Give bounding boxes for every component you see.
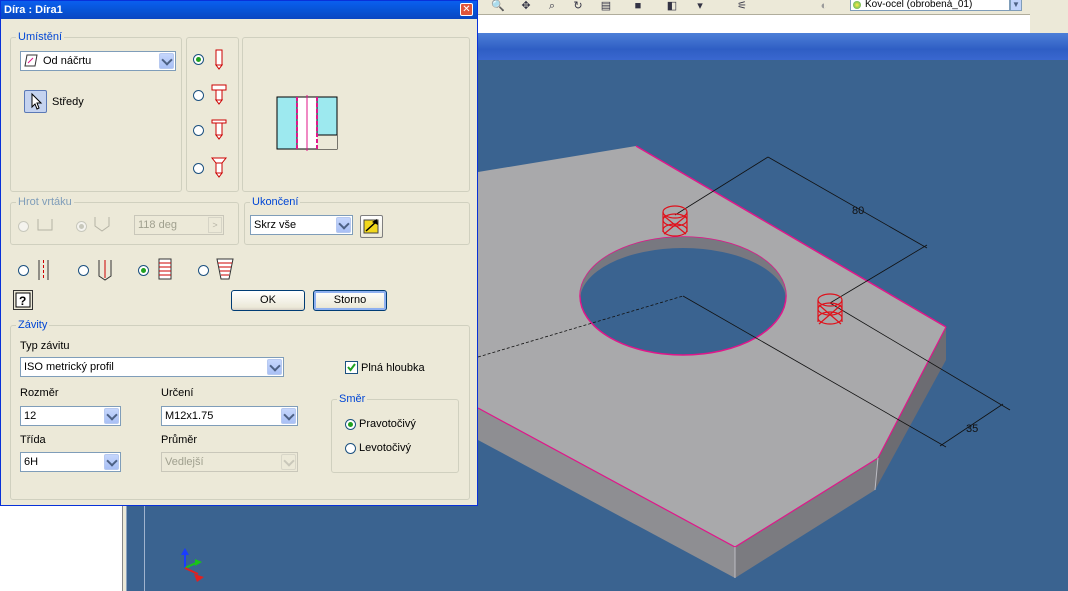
hole-clearance-radio[interactable] [78,265,89,276]
chevron-down-icon[interactable] [159,53,174,69]
direction-group: Směr [331,393,459,473]
clearance-hole-icon [98,260,112,281]
chevron-down-icon[interactable] [336,217,351,233]
drill-point-group-label: Hrot vrtáku [16,196,74,208]
diameter-value: Vedlejší [165,456,204,468]
coordinate-axes-icon [181,548,204,582]
full-depth-checkbox[interactable] [345,361,358,374]
hole-taper-tapped-radio[interactable] [198,265,209,276]
left-hand-label: Levotočivý [359,442,411,454]
flip-arrow-icon [363,219,379,234]
hole-type-countersink-radio[interactable] [193,163,204,174]
chevron-down-icon[interactable] [104,454,119,470]
designation-value: M12x1.75 [165,410,214,422]
chevron-down-icon[interactable] [104,408,119,424]
hole-type-drilled-radio[interactable] [193,54,204,65]
chevron-down-icon[interactable] [267,359,282,375]
designation-select[interactable]: M12x1.75 [161,406,298,426]
drill-point-flat-radio[interactable] [18,221,29,232]
hole-type-counterbore-radio[interactable] [193,90,204,101]
class-select[interactable]: 6H [20,452,121,472]
hole-simple-radio[interactable] [18,265,29,276]
threads-group-label: Závity [16,319,50,331]
thread-type-value: ISO metrický profil [24,361,114,373]
direction-group-label: Směr [337,393,368,405]
placement-group-label: Umístění [16,31,65,43]
placement-type-select[interactable]: Od náčrtu [20,51,176,71]
counterbore-hole-icon [211,84,227,105]
drill-angle-field[interactable]: 118 deg > [134,215,224,235]
drill-point-angle-radio[interactable] [76,221,87,232]
hole-dialog: Díra : Díra1 ✕ Umístění Od náčrtu Středy [0,0,478,506]
checkmark-icon [347,363,356,372]
termination-select[interactable]: Skrz vše [250,215,353,235]
help-button[interactable]: ? [13,290,33,310]
svg-text:?: ? [19,294,26,308]
left-hand-radio[interactable] [345,443,356,454]
tapped-hole-icon [158,258,172,280]
hole-tapped-radio[interactable] [138,265,149,276]
diameter-label: Průměr [161,434,198,446]
flat-point-icon [37,219,53,231]
sketch-plane-icon [24,54,38,67]
countersink-hole-icon [210,157,228,178]
chevron-right-icon[interactable]: > [208,217,222,233]
flip-direction-button[interactable] [360,215,383,238]
right-hand-radio[interactable] [345,419,356,430]
dimension-80: 80 [852,205,864,217]
close-icon[interactable]: ✕ [460,3,473,16]
ok-button[interactable]: OK [231,290,305,311]
angle-point-icon [94,217,110,232]
size-label: Rozměr [20,387,59,399]
dialog-titlebar[interactable]: Díra : Díra1 [1,1,477,19]
hole-preview-image [276,95,338,151]
cursor-arrow-icon [31,92,43,110]
centers-label: Středy [52,96,84,108]
chevron-down-icon[interactable] [281,454,296,470]
spotface-hole-icon [211,119,227,140]
drilled-hole-icon [215,49,223,70]
chevron-down-icon[interactable] [281,408,296,424]
hole-type-spotface-radio[interactable] [193,125,204,136]
taper-tapped-hole-icon [216,258,234,280]
centers-button[interactable] [24,90,47,113]
thread-type-label: Typ závitu [20,340,70,352]
full-depth-label: Plná hloubka [361,362,425,374]
dimension-35: 35 [966,423,978,435]
size-select[interactable]: 12 [20,406,121,426]
right-hand-label: Pravotočivý [359,418,416,430]
simple-hole-icon [38,260,49,280]
diameter-select[interactable]: Vedlejší [161,452,298,472]
class-label: Třída [20,434,46,446]
thread-type-select[interactable]: ISO metrický profil [20,357,284,377]
designation-label: Určení [161,387,194,399]
termination-value: Skrz vše [254,219,297,231]
termination-group-label: Ukončení [250,196,301,208]
drill-angle-value: 118 deg [138,219,177,231]
placement-type-value: Od náčrtu [43,55,92,67]
help-icon: ? [15,292,31,308]
size-value: 12 [24,410,37,422]
class-value: 6H [24,456,39,468]
cancel-button[interactable]: Storno [313,290,387,311]
